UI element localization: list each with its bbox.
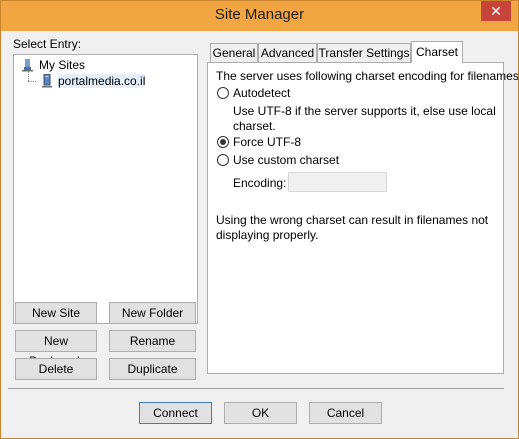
delete-button[interactable]: Delete (15, 358, 97, 380)
select-entry-label: Select Entry: (13, 37, 82, 51)
tree-item-label: My Sites (39, 58, 86, 72)
charset-intro: The server uses following charset encodi… (216, 69, 519, 83)
tab-general[interactable]: General (210, 43, 258, 62)
site-manager-window: Site Manager ✕ Select Entry: My Sites po… (0, 0, 519, 439)
server-icon (40, 73, 54, 88)
custom-charset-label[interactable]: Use custom charset (233, 153, 339, 167)
new-site-button[interactable]: New Site (15, 302, 97, 324)
tree-item-my-sites[interactable]: My Sites (20, 58, 85, 72)
site-tree[interactable]: My Sites portalmedia.co.il (13, 54, 198, 324)
tab-charset[interactable]: Charset (411, 41, 463, 63)
duplicate-button[interactable]: Duplicate (109, 358, 196, 380)
connect-button[interactable]: Connect (139, 402, 212, 424)
autodetect-description: Use UTF-8 if the server supports it, els… (233, 104, 496, 118)
tab-advanced[interactable]: Advanced (258, 43, 317, 62)
title-bar[interactable]: Site Manager ✕ (1, 1, 518, 31)
autodetect-description-2: charset. (233, 119, 276, 133)
encoding-label: Encoding: (233, 176, 287, 190)
autodetect-radio[interactable] (217, 87, 229, 99)
force-utf8-radio[interactable] (217, 136, 229, 148)
tree-item-label: portalmedia.co.il (58, 74, 146, 88)
charset-panel: The server uses following charset encodi… (207, 62, 519, 374)
ok-button[interactable]: OK (224, 402, 297, 424)
autodetect-label[interactable]: Autodetect (233, 86, 290, 100)
charset-warning-2: displaying properly. (216, 228, 319, 242)
window-title: Site Manager (214, 6, 305, 23)
force-utf8-label[interactable]: Force UTF-8 (233, 135, 301, 149)
cancel-button[interactable]: Cancel (309, 402, 382, 424)
tree-item-site[interactable]: portalmedia.co.il (40, 73, 146, 88)
tree-connector (28, 81, 36, 83)
client-area: Select Entry: My Sites portalmedia.co.il… (8, 31, 519, 433)
separator (8, 388, 504, 389)
new-bookmark-button[interactable]: New Bookmark (15, 330, 97, 368)
folder-icon (20, 58, 36, 72)
new-folder-button[interactable]: New Folder (109, 302, 196, 324)
encoding-input[interactable] (288, 172, 387, 192)
close-button[interactable]: ✕ (481, 1, 511, 21)
tab-transfer-settings[interactable]: Transfer Settings (317, 43, 411, 62)
custom-charset-radio[interactable] (217, 154, 229, 166)
tree-connector (28, 71, 30, 81)
charset-warning: Using the wrong charset can result in fi… (216, 213, 489, 227)
rename-button[interactable]: Rename (109, 330, 196, 352)
